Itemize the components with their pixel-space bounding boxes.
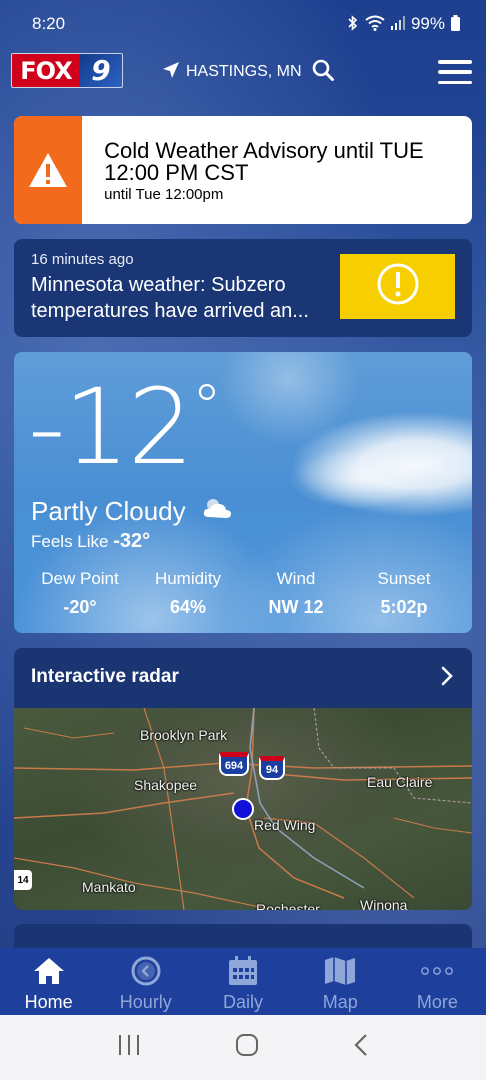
- conditions-stats: Dew Point -20° Humidity 64% Wind NW 12 S…: [14, 569, 472, 618]
- degree-symbol: °: [191, 372, 222, 442]
- nav-home[interactable]: Home: [0, 948, 97, 1015]
- back-icon[interactable]: [353, 1033, 369, 1062]
- battery-percent: 99%: [410, 14, 445, 33]
- news-card[interactable]: 16 minutes ago Minnesota weather: Subzer…: [14, 239, 472, 337]
- calendar-icon: [228, 954, 258, 988]
- hamburger-menu-icon[interactable]: [438, 60, 472, 84]
- location-selector[interactable]: HASTINGS, MN: [162, 58, 334, 86]
- news-thumbnail: [340, 254, 455, 319]
- stat-wind: Wind NW 12: [268, 569, 324, 617]
- alert-circle-icon: [376, 262, 420, 311]
- location-name: HASTINGS, MN: [186, 63, 302, 80]
- us-14-shield: 14: [14, 870, 32, 890]
- map-icon: [324, 954, 356, 988]
- advisory-title: Cold Weather Advisory until TUE 12:00 PM…: [104, 138, 424, 185]
- system-navigation-bar: [0, 1015, 486, 1080]
- map-label-eau-claire: Eau Claire: [367, 774, 433, 790]
- nav-map[interactable]: Map: [292, 948, 389, 1015]
- map-label-mankato: Mankato: [82, 879, 136, 895]
- condition-text: Partly Cloudy: [31, 496, 186, 526]
- status-time: 8:20: [32, 14, 66, 33]
- map-label-winona: Winona: [360, 897, 408, 910]
- status-icons: 99%: [347, 14, 460, 34]
- radar-card[interactable]: Interactive radar Brooklyn Park Shakopee…: [14, 648, 472, 910]
- home-icon: [33, 954, 65, 988]
- feels-like: Feels Like -32°: [31, 530, 151, 552]
- warning-triangle-icon: [14, 116, 83, 224]
- signal-icon: [390, 15, 405, 33]
- nav-more[interactable]: More: [389, 948, 486, 1015]
- status-bar: 8:20 99%: [0, 0, 486, 48]
- current-location-dot: [232, 798, 254, 820]
- stat-humidity: Humidity 64%: [154, 569, 222, 617]
- search-icon[interactable]: [312, 59, 334, 86]
- condition-row: Partly Cloudy: [31, 495, 234, 528]
- clock-icon: [131, 954, 161, 988]
- current-conditions-card[interactable]: -12° Partly Cloudy Feels Like -32° Dew P…: [14, 352, 472, 633]
- map-label-shakopee: Shakopee: [134, 777, 198, 793]
- app-header: FOX 9 HASTINGS, MN: [0, 48, 486, 96]
- nav-daily[interactable]: Daily: [194, 948, 291, 1015]
- wifi-icon: [365, 15, 385, 34]
- battery-icon: [451, 14, 460, 34]
- logo-nine-text: 9: [80, 54, 122, 87]
- interstate-694-shield: 694: [219, 752, 249, 776]
- weather-advisory-card[interactable]: Cold Weather Advisory until TUE 12:00 PM…: [14, 116, 472, 224]
- stat-sunset: Sunset 5:02p: [377, 569, 431, 617]
- bluetooth-icon: [347, 14, 359, 34]
- news-timestamp: 16 minutes ago: [31, 251, 134, 268]
- advisory-subtitle: until Tue 12:00pm: [104, 186, 224, 203]
- radar-title: Interactive radar: [31, 666, 179, 687]
- news-headline: Minnesota weather: Subzero temperatures …: [31, 274, 309, 322]
- map-label-brooklyn-park: Brooklyn Park: [140, 727, 228, 743]
- more-icon: [420, 954, 454, 988]
- logo-fox-text: FOX: [12, 54, 80, 87]
- partly-cloudy-icon: [200, 495, 234, 528]
- home-system-icon[interactable]: [235, 1033, 259, 1062]
- nav-hourly[interactable]: Hourly: [97, 948, 194, 1015]
- interstate-94-shield: 94: [259, 756, 285, 780]
- bottom-navigation: Home Hourly Daily Map More: [0, 948, 486, 1015]
- current-temperature: -12°: [28, 366, 222, 488]
- feels-like-value: -32°: [113, 530, 151, 552]
- map-label-rochester: Rochester: [256, 901, 320, 910]
- fox9-logo[interactable]: FOX 9: [11, 53, 123, 88]
- radar-map[interactable]: Brooklyn Park Shakopee Eau Claire Red Wi…: [14, 708, 472, 910]
- chevron-right-icon[interactable]: [440, 666, 454, 691]
- stat-dew-point: Dew Point -20°: [41, 569, 119, 617]
- map-label-red-wing: Red Wing: [254, 817, 316, 833]
- recent-apps-icon[interactable]: [117, 1034, 141, 1061]
- location-arrow-icon: [162, 61, 180, 84]
